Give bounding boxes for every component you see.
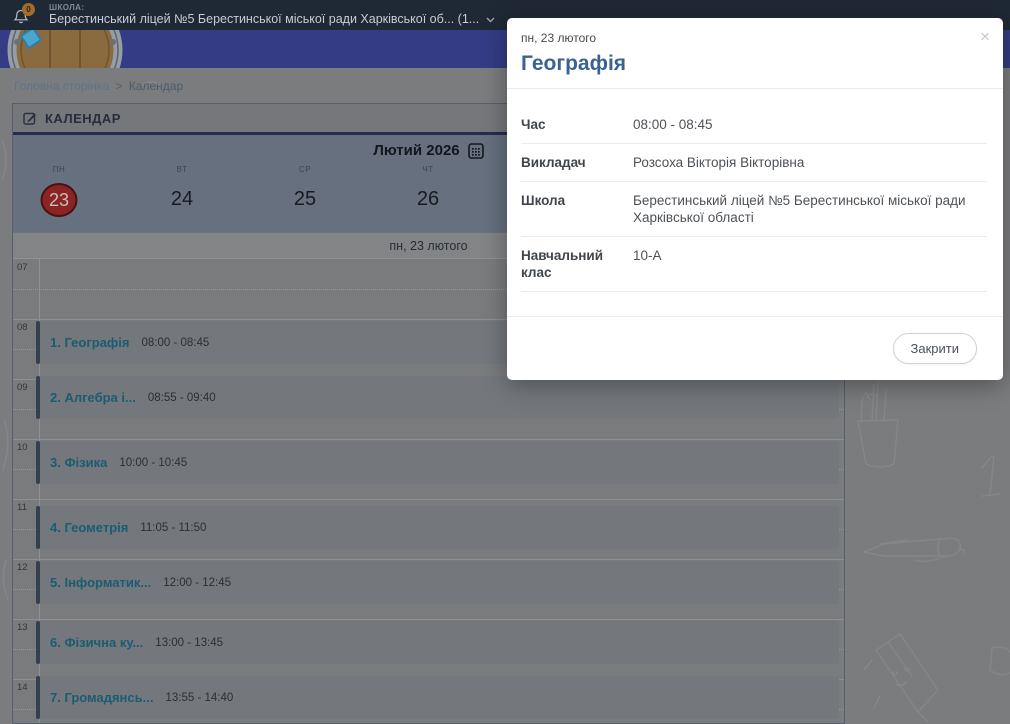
hour-label: 14 bbox=[17, 682, 28, 693]
event-accent-bar bbox=[36, 321, 40, 364]
page: 0 ШКОЛА: Берестинський ліцей №5 Берестин… bbox=[0, 0, 1010, 724]
day-column-23[interactable]: пн 23 bbox=[41, 165, 78, 217]
weekday-label: ср bbox=[287, 165, 323, 174]
detail-label: Школа bbox=[521, 192, 633, 226]
calendar-grid-icon[interactable] bbox=[468, 143, 484, 159]
hour-label: 10 bbox=[17, 442, 28, 453]
hour-line bbox=[13, 619, 844, 620]
breadcrumb-home-link[interactable]: Головна сторінка bbox=[14, 79, 109, 93]
close-button[interactable]: Закрити bbox=[893, 333, 977, 364]
date-number[interactable]: 24 bbox=[164, 183, 200, 216]
chevron-down-icon bbox=[486, 17, 495, 23]
lesson-event-card[interactable]: 3. Фізика 10:00 - 10:45 bbox=[36, 441, 839, 484]
breadcrumb-separator: > bbox=[115, 79, 122, 93]
event-accent-bar bbox=[36, 621, 40, 664]
weekday-label: пн bbox=[41, 165, 78, 174]
date-number[interactable]: 26 bbox=[410, 183, 446, 216]
hour-label: 13 bbox=[17, 622, 28, 633]
detail-label: Навчальний клас bbox=[521, 247, 633, 281]
day-column-26[interactable]: чт 26 bbox=[410, 165, 446, 216]
detail-row: Час08:00 - 08:45 bbox=[521, 106, 987, 144]
detail-row: ВикладачРозсоха Вікторія Вікторівна bbox=[521, 144, 987, 182]
breadcrumb: Головна сторінка > Календар bbox=[14, 79, 183, 93]
day-column-24[interactable]: вт 24 bbox=[164, 165, 200, 216]
event-time: 12:00 - 12:45 bbox=[163, 577, 231, 589]
hour-label: 12 bbox=[17, 562, 28, 573]
current-date-badge[interactable]: 23 bbox=[41, 183, 78, 217]
detail-label: Час bbox=[521, 116, 633, 133]
weekday-label: вт bbox=[164, 165, 200, 174]
date-number[interactable]: 25 bbox=[287, 183, 323, 216]
event-time: 08:00 - 08:45 bbox=[142, 337, 210, 349]
detail-value: Берестинський ліцей №5 Берестинської міс… bbox=[633, 192, 985, 226]
lesson-event-card[interactable]: 6. Фізична ку... 13:00 - 13:45 bbox=[36, 621, 839, 664]
lesson-event-card[interactable]: 5. Інформатик... 12:00 - 12:45 bbox=[36, 561, 839, 604]
edit-pencil-icon bbox=[23, 111, 37, 125]
hour-label: 07 bbox=[17, 262, 28, 273]
month-title: Лютий 2026 bbox=[373, 142, 459, 159]
hour-label: 08 bbox=[17, 322, 28, 333]
day-column-25[interactable]: ср 25 bbox=[287, 165, 323, 216]
event-title: 3. Фізика bbox=[50, 455, 107, 470]
event-time: 08:55 - 09:40 bbox=[148, 392, 216, 404]
hour-label: 09 bbox=[17, 382, 28, 393]
event-accent-bar bbox=[36, 506, 40, 549]
detail-value: 08:00 - 08:45 bbox=[633, 116, 985, 133]
event-title: 1. Географія bbox=[50, 335, 130, 350]
detail-label: Викладач bbox=[521, 154, 633, 171]
event-title: 5. Інформатик... bbox=[50, 575, 151, 590]
hour-label: 11 bbox=[17, 502, 27, 513]
school-label: ШКОЛА: bbox=[49, 3, 495, 12]
hour-line bbox=[13, 439, 844, 440]
lesson-event-card[interactable]: 7. Громадянсь... 13:55 - 14:40 bbox=[36, 676, 839, 719]
detail-value: 10-А bbox=[633, 247, 985, 281]
modal-date: пн, 23 лютого bbox=[521, 31, 987, 45]
hour-line bbox=[13, 559, 844, 560]
event-accent-bar bbox=[36, 676, 40, 719]
event-title: 6. Фізична ку... bbox=[50, 635, 143, 650]
notifications-button[interactable]: 0 bbox=[13, 3, 37, 27]
breadcrumb-current: Календар bbox=[129, 79, 183, 93]
panel-title: КАЛЕНДАР bbox=[45, 111, 121, 126]
modal-body: Час08:00 - 08:45ВикладачРозсоха Вікторія… bbox=[507, 89, 1003, 292]
detail-value: Розсоха Вікторія Вікторівна bbox=[633, 154, 985, 171]
notification-badge: 0 bbox=[22, 3, 35, 16]
event-accent-bar bbox=[36, 561, 40, 604]
hour-line bbox=[13, 499, 844, 500]
close-icon[interactable]: × bbox=[980, 28, 990, 45]
weekday-label: чт bbox=[410, 165, 446, 174]
school-logo bbox=[0, 30, 140, 68]
lesson-event-card[interactable]: 2. Алгебра і... 08:55 - 09:40 bbox=[36, 376, 839, 419]
school-selector[interactable]: ШКОЛА: Берестинський ліцей №5 Берестинсь… bbox=[49, 3, 495, 27]
lesson-event-card[interactable]: 4. Геометрія 11:05 - 11:50 bbox=[36, 506, 839, 549]
event-title: 4. Геометрія bbox=[50, 520, 128, 535]
event-title: 2. Алгебра і... bbox=[50, 390, 136, 405]
modal-footer: Закрити bbox=[507, 316, 1003, 380]
detail-row: Навчальний клас10-А bbox=[521, 237, 987, 292]
event-accent-bar bbox=[36, 441, 40, 484]
event-accent-bar bbox=[36, 376, 40, 419]
modal-title: Географія bbox=[521, 52, 987, 76]
event-title: 7. Громадянсь... bbox=[50, 690, 153, 705]
event-time: 13:55 - 14:40 bbox=[165, 692, 233, 704]
modal-header: пн, 23 лютого Географія bbox=[507, 18, 1003, 89]
event-time: 11:05 - 11:50 bbox=[140, 522, 206, 534]
lesson-details-modal: × пн, 23 лютого Географія Час08:00 - 08:… bbox=[507, 18, 1003, 380]
event-time: 13:00 - 13:45 bbox=[155, 637, 223, 649]
detail-row: ШколаБерестинський ліцей №5 Берестинсько… bbox=[521, 182, 987, 237]
event-time: 10:00 - 10:45 bbox=[119, 457, 187, 469]
school-name: Берестинський ліцей №5 Берестинської міс… bbox=[49, 12, 479, 27]
